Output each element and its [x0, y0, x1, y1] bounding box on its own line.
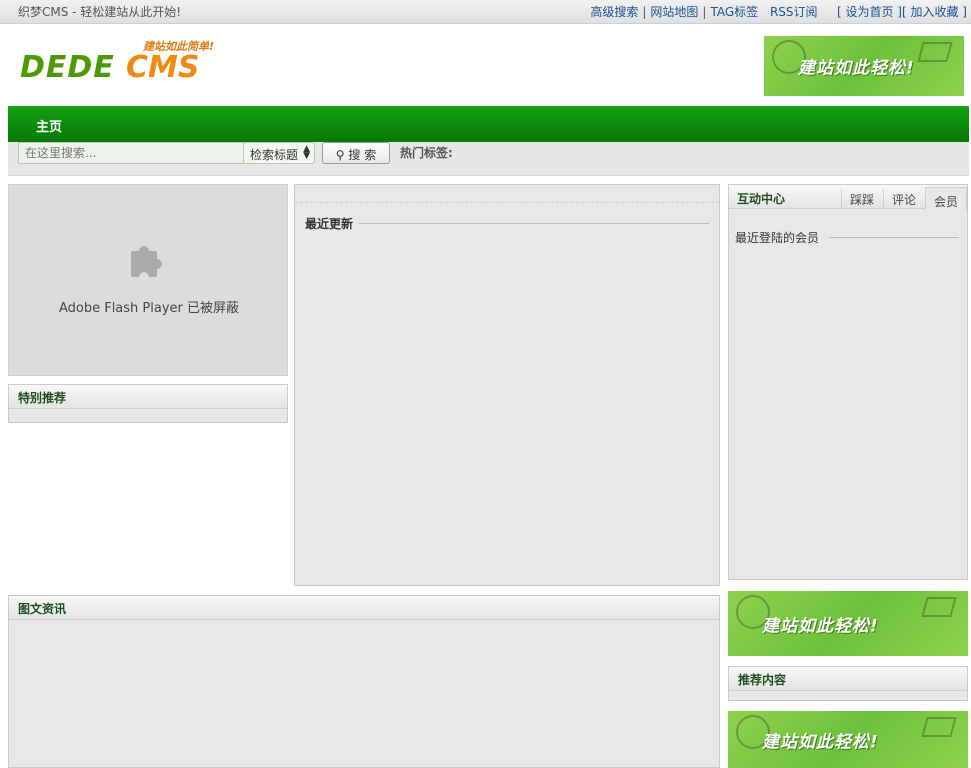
laptop-icon — [921, 597, 957, 617]
search-input[interactable] — [18, 142, 244, 164]
side-banner-2[interactable]: 建站如此轻松! — [728, 711, 968, 768]
picture-news-panel: 图文资讯 — [8, 595, 720, 768]
logo-text-cms: CMS — [126, 50, 200, 85]
banner-text: 建站如此轻松! — [798, 58, 915, 79]
special-recommend-title: 特别推荐 — [9, 385, 287, 409]
latest-updates-title: 最近更新 — [305, 217, 360, 231]
laptop-icon — [917, 42, 953, 62]
header-banner[interactable]: 建站如此轻松! — [764, 36, 964, 96]
separator: | — [642, 5, 647, 19]
search-bar: 检索标题 ▲▼ ⚲ 搜 索 热门标签: — [8, 142, 969, 176]
tag-link[interactable]: TAG标签 — [710, 5, 758, 19]
search-button[interactable]: ⚲ 搜 索 — [322, 142, 390, 164]
logo-text-dede: DEDE — [20, 50, 115, 85]
separator — [762, 5, 766, 19]
set-home-link[interactable]: [ 设为首页 ] — [837, 5, 902, 19]
sitemap-link[interactable]: 网站地图 — [650, 5, 698, 19]
banner-text: 建站如此轻松! — [762, 616, 879, 636]
interaction-title: 互动中心 — [737, 192, 786, 206]
banner-text: 建站如此轻松! — [762, 732, 879, 752]
select-arrows-icon: ▲ ▼ — [303, 144, 310, 161]
heading-rule — [305, 223, 709, 224]
advanced-search-link[interactable]: 高级搜索 — [590, 5, 638, 19]
special-recommend-panel: 特别推荐 — [8, 384, 288, 423]
recent-members-heading: 最近登陆的会员 — [735, 229, 959, 246]
dashed-divider — [295, 185, 719, 203]
recent-members-title: 最近登陆的会员 — [735, 231, 830, 245]
magnifier-icon: ⚲ — [335, 148, 345, 162]
picture-news-title: 图文资讯 — [9, 596, 719, 620]
top-links: 高级搜索 | 网站地图 | TAG标签 RSS订阅 [ 设为首页 ][ 加入收藏 ] — [590, 3, 967, 20]
search-type-value: 检索标题 — [250, 148, 299, 162]
site-logo[interactable]: 建站如此简单! DEDE CMS — [18, 36, 238, 96]
recommend-content-title: 推荐内容 — [729, 667, 967, 691]
plugin-puzzle-icon — [131, 246, 163, 277]
separator — [822, 5, 833, 19]
welcome-text: 织梦CMS - 轻松建站从此开始! — [18, 5, 182, 19]
rss-link[interactable]: RSS订阅 — [770, 5, 818, 19]
laptop-icon — [921, 717, 957, 737]
flash-placeholder[interactable]: Adobe Flash Player 已被屏蔽 — [8, 184, 288, 376]
search-type-select[interactable]: 检索标题 ▲ ▼ — [243, 142, 315, 164]
latest-updates-panel: 最近更新 — [294, 184, 720, 586]
main-nav: 主页 — [8, 106, 969, 142]
add-favorite-link[interactable]: [ 加入收藏 ] — [902, 5, 967, 19]
latest-updates-heading: 最近更新 — [305, 215, 709, 232]
search-button-label: 搜 索 — [348, 148, 377, 162]
tab-caicai[interactable]: 踩踩 — [841, 189, 882, 209]
tab-members[interactable]: 会员 — [925, 187, 967, 210]
nav-home[interactable]: 主页 — [36, 116, 62, 135]
interaction-tabs: 互动中心 踩踩 评论 会员 — [729, 185, 967, 210]
interaction-center-panel: 互动中心 踩踩 评论 会员 最近登陆的会员 — [728, 184, 968, 580]
top-bar: 织梦CMS - 轻松建站从此开始! 高级搜索 | 网站地图 | TAG标签 RSS订阅 … — [0, 0, 971, 24]
separator: | — [702, 5, 707, 19]
flash-blocked-message: Adobe Flash Player 已被屏蔽 — [58, 301, 240, 316]
hot-tags-label: 热门标签: — [400, 146, 453, 160]
side-banner-1[interactable]: 建站如此轻松! — [728, 591, 968, 656]
tab-comments[interactable]: 评论 — [883, 189, 924, 209]
recommend-content-panel: 推荐内容 — [728, 666, 968, 701]
